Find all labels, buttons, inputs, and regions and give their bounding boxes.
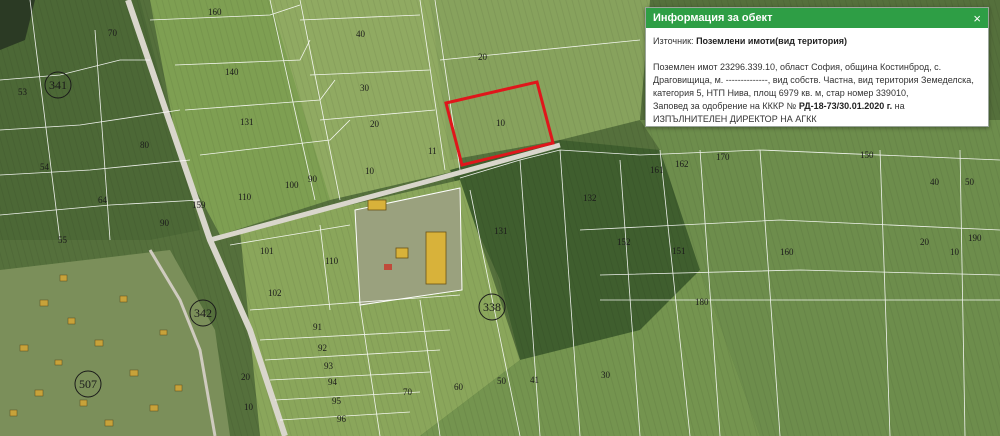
parcel-label: 180: [695, 297, 709, 307]
farm-building-small: [395, 247, 409, 259]
parcel-label: 10: [950, 247, 960, 257]
parcel-label: 64: [98, 195, 108, 205]
farm-building-red: [384, 264, 392, 270]
info-panel-body: Източник: Поземлени имоти(вид територия)…: [646, 28, 988, 126]
parcel-label: 20: [920, 237, 930, 247]
parcel-label: 40: [930, 177, 940, 187]
parcel-label: 20: [478, 52, 488, 62]
parcel-label: 20: [370, 119, 380, 129]
parcel-label: 55: [58, 235, 68, 245]
order-authority: ИЗПЪЛНИТЕЛЕН ДИРЕКТОР НА АГКК: [653, 114, 817, 124]
parcel-label: 90: [160, 218, 170, 228]
order-prefix: Заповед за одобрение на КККР №: [653, 101, 797, 111]
close-button[interactable]: ×: [973, 12, 981, 25]
block-label-338: 338: [483, 300, 501, 314]
source-label: Източник:: [653, 36, 694, 46]
order-suffix: на: [894, 101, 905, 111]
parcel-label: 10: [244, 402, 254, 412]
parcel-label: 110: [238, 192, 252, 202]
parcel-label: 132: [583, 193, 597, 203]
parcel-label: 161: [650, 165, 664, 175]
parcel-label: 94: [328, 377, 338, 387]
block-label-507: 507: [79, 377, 97, 391]
parcel-label: 152: [617, 237, 631, 247]
parcel-label: 102: [268, 288, 282, 298]
info-panel-header: Информация за обект ×: [646, 8, 988, 28]
parcel-label: 41: [530, 375, 539, 385]
parcel-label: 70: [108, 28, 118, 38]
farm-building-north: [367, 199, 387, 211]
parcel-label: 80: [140, 140, 150, 150]
parcel-label: 90: [308, 174, 318, 184]
parcel-label: 160: [780, 247, 794, 257]
parcel-label: 40: [356, 29, 366, 39]
parcel-label: 11: [428, 146, 437, 156]
parcel-label: 53: [18, 87, 28, 97]
parcel-label: 190: [968, 233, 982, 243]
block-label-341: 341: [49, 78, 67, 92]
order-number: РД-18-73/30.01.2020 г.: [798, 101, 893, 111]
parcel-label: 140: [225, 67, 239, 77]
parcel-description: Поземлен имот 23296.339.10, област София…: [653, 61, 981, 126]
info-panel: Информация за обект × Източник: Поземлен…: [645, 7, 989, 127]
parcel-label: 93: [324, 361, 334, 371]
parcel-label: 162: [675, 159, 689, 169]
parcel-label: 50: [497, 376, 507, 386]
parcel-label: 110: [325, 256, 339, 266]
parcel-label: 10: [496, 118, 506, 128]
info-panel-title: Информация за обект: [653, 12, 773, 24]
parcel-label: 159: [192, 200, 206, 210]
parcel-label: 70: [403, 387, 413, 397]
parcel-label: 101: [260, 246, 274, 256]
parcel-label: 30: [360, 83, 370, 93]
parcel-label: 20: [241, 372, 251, 382]
parcel-label: 170: [716, 152, 730, 162]
parcel-label: 151: [672, 246, 686, 256]
parcel-label: 30: [601, 370, 611, 380]
farm-building-main: [425, 231, 447, 285]
source-line: Източник: Поземлени имоти(вид територия): [653, 35, 981, 48]
parcel-label: 100: [285, 180, 299, 190]
parcel-label: 50: [965, 177, 975, 187]
parcel-label: 10: [365, 166, 375, 176]
parcel-label: 96: [337, 414, 347, 424]
parcel-label: 160: [208, 7, 222, 17]
parcel-label: 60: [454, 382, 464, 392]
parcel-label: 91: [313, 322, 322, 332]
parcel-label: 131: [240, 117, 254, 127]
parcel-label: 150: [860, 150, 874, 160]
parcel-label: 131: [494, 226, 508, 236]
source-value: Поземлени имоти(вид територия): [696, 36, 847, 46]
parcel-label: 92: [318, 343, 327, 353]
parcel-label: 95: [332, 396, 342, 406]
parcel-label: 54: [40, 162, 50, 172]
parcel-description-text: Поземлен имот 23296.339.10, област София…: [653, 62, 974, 98]
block-label-342: 342: [194, 306, 212, 320]
